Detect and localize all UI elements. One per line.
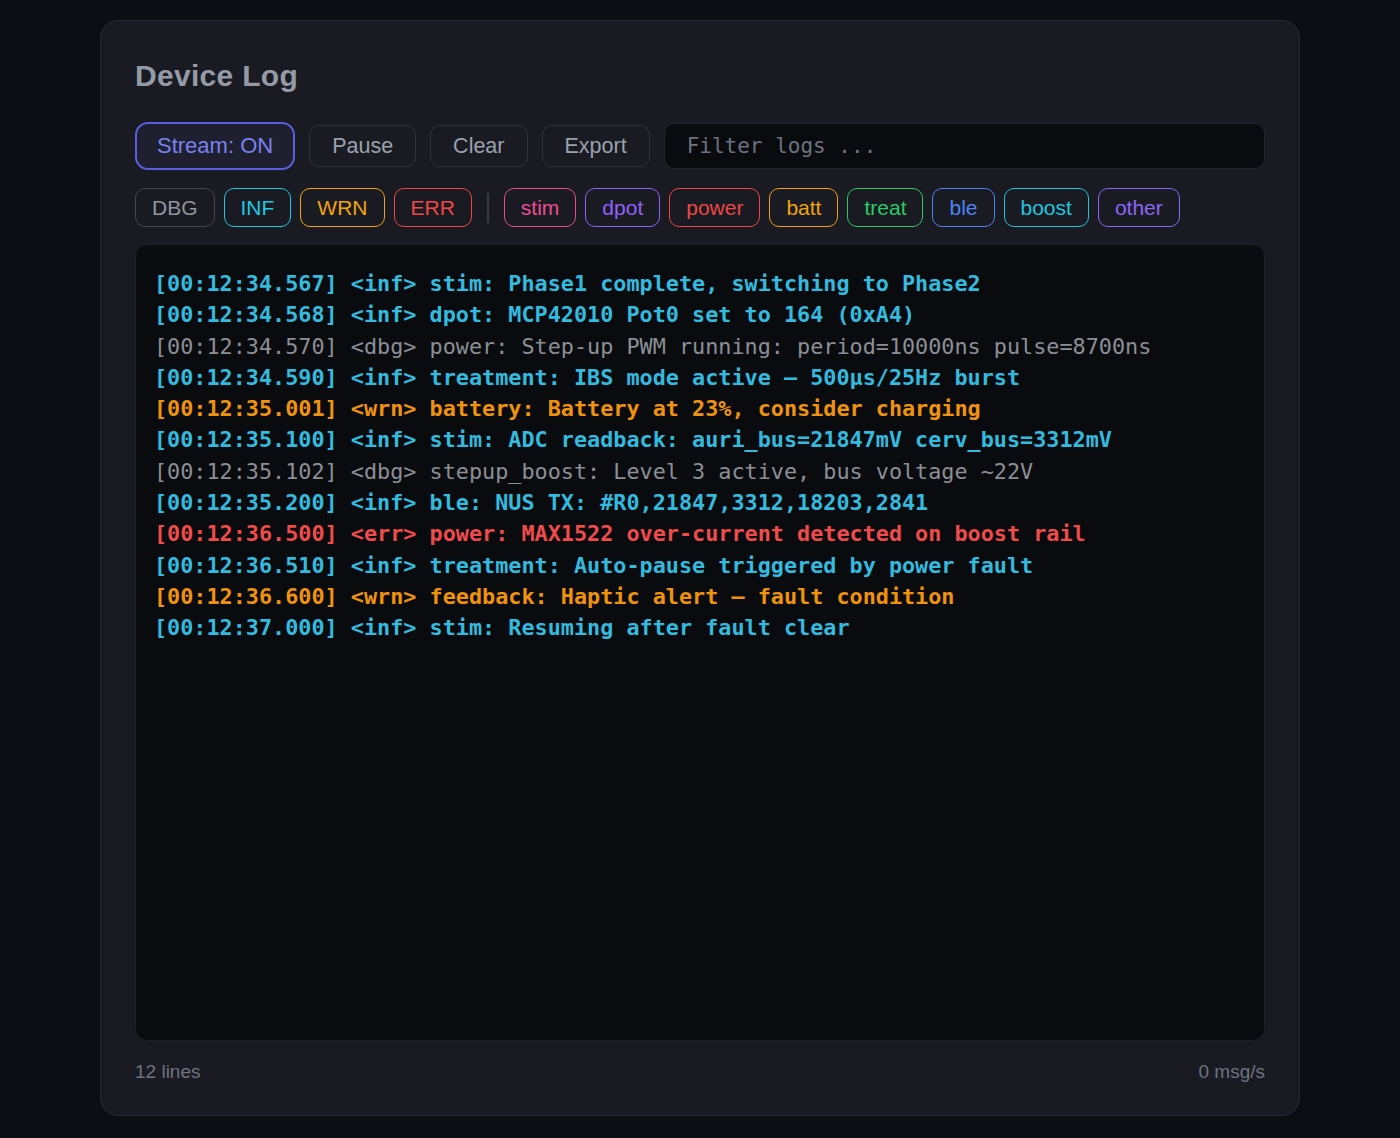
filter-input[interactable] <box>664 123 1265 169</box>
log-line: [00:12:36.600] <wrn> feedback: Haptic al… <box>154 581 1264 612</box>
clear-button[interactable]: Clear <box>430 125 527 167</box>
log-line: [00:12:37.000] <inf> stim: Resuming afte… <box>154 612 1264 643</box>
pause-button[interactable]: Pause <box>309 125 416 167</box>
log-line: [00:12:34.570] <dbg> power: Step-up PWM … <box>154 331 1264 362</box>
log-line: [00:12:35.200] <inf> ble: NUS TX: #R0,21… <box>154 487 1264 518</box>
level-chip-err[interactable]: ERR <box>394 188 472 227</box>
tag-chip-other[interactable]: other <box>1098 188 1180 227</box>
log-line: [00:12:35.100] <inf> stim: ADC readback:… <box>154 424 1264 455</box>
tag-chip-batt[interactable]: batt <box>769 188 838 227</box>
tag-chip-ble[interactable]: ble <box>932 188 994 227</box>
message-rate: 0 msg/s <box>1198 1061 1265 1083</box>
status-bar: 12 lines 0 msg/s <box>135 1061 1265 1083</box>
tag-chip-stim[interactable]: stim <box>504 188 577 227</box>
log-output[interactable]: [00:12:34.567] <inf> stim: Phase1 comple… <box>135 244 1265 1041</box>
log-line: [00:12:36.510] <inf> treatment: Auto-pau… <box>154 550 1264 581</box>
stream-toggle-button[interactable]: Stream: ON <box>135 122 295 170</box>
log-line: [00:12:34.567] <inf> stim: Phase1 comple… <box>154 268 1264 299</box>
page-title: Device Log <box>135 58 1265 93</box>
device-log-panel: Device Log Stream: ON Pause Clear Export… <box>100 20 1300 1116</box>
log-line: [00:12:35.001] <wrn> battery: Battery at… <box>154 393 1264 424</box>
log-line: [00:12:34.568] <inf> dpot: MCP42010 Pot0… <box>154 299 1264 330</box>
tag-chip-boost[interactable]: boost <box>1004 188 1089 227</box>
toolbar: Stream: ON Pause Clear Export <box>135 122 1265 170</box>
chip-group-divider <box>487 193 489 223</box>
line-count: 12 lines <box>135 1061 201 1083</box>
export-button[interactable]: Export <box>542 125 650 167</box>
level-chip-inf[interactable]: INF <box>224 188 292 227</box>
tag-chip-power[interactable]: power <box>669 188 760 227</box>
level-chip-wrn[interactable]: WRN <box>300 188 384 227</box>
tag-chip-dpot[interactable]: dpot <box>585 188 660 227</box>
log-line: [00:12:35.102] <dbg> stepup_boost: Level… <box>154 456 1264 487</box>
log-line: [00:12:34.590] <inf> treatment: IBS mode… <box>154 362 1264 393</box>
log-line: [00:12:36.500] <err> power: MAX1522 over… <box>154 518 1264 549</box>
level-chip-dbg[interactable]: DBG <box>135 188 215 227</box>
filter-chips-row: DBGINFWRN ERR stimdpotpowerbatttreatbleboo… <box>135 188 1265 227</box>
tag-chip-treat[interactable]: treat <box>847 188 923 227</box>
